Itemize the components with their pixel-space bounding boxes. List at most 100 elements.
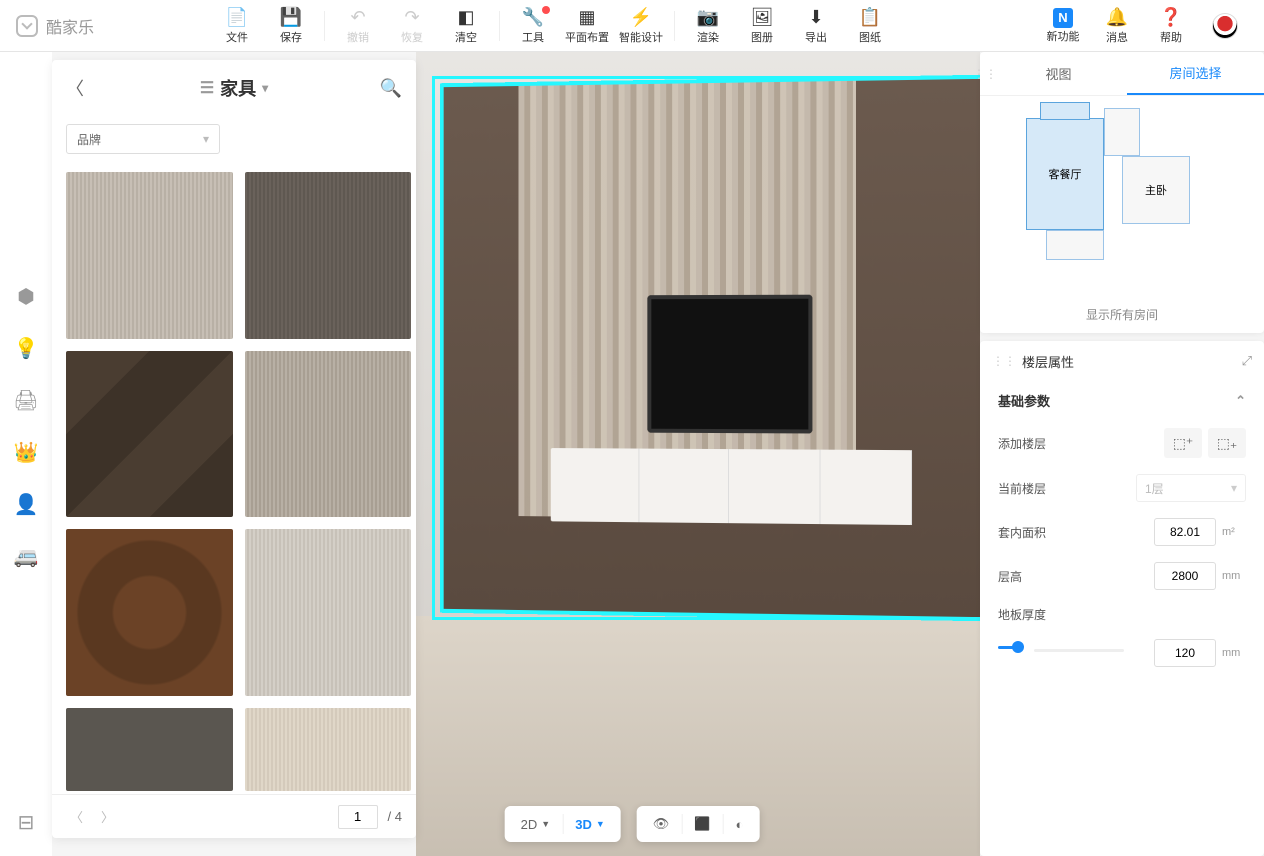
material-swatch[interactable] xyxy=(245,351,412,518)
expand-icon[interactable]: ⤢ xyxy=(1242,353,1252,369)
logo-icon xyxy=(16,15,38,37)
rail-idea-button[interactable]: 💡 xyxy=(12,334,40,362)
app-logo[interactable]: 酷家乐 xyxy=(0,14,110,38)
file-icon: 📄 xyxy=(226,7,248,29)
thickness-slider[interactable] xyxy=(998,646,1016,649)
avatar-icon xyxy=(1212,13,1238,39)
viewport-3d[interactable] xyxy=(416,52,980,856)
area-input[interactable] xyxy=(1154,518,1216,546)
row-thickness: mm xyxy=(980,631,1264,675)
drag-handle[interactable]: ⋮⋮ xyxy=(992,354,1016,368)
layout-icon: ▦ xyxy=(579,7,596,29)
tools-button[interactable]: 🔧工具 xyxy=(506,0,560,52)
minimap-room-b[interactable] xyxy=(1046,230,1104,260)
help-button[interactable]: ❓帮助 xyxy=(1144,0,1198,52)
tab-room-select[interactable]: 房间选择 xyxy=(1127,52,1264,95)
rail-print-button[interactable]: 🖨 xyxy=(12,386,40,414)
image-icon: 🖼 xyxy=(751,7,774,29)
rail-collapse-button[interactable]: ⊟ xyxy=(12,808,40,836)
separator xyxy=(324,11,325,41)
rail-user-button[interactable]: 👤 xyxy=(12,490,40,518)
material-swatch[interactable] xyxy=(66,351,233,518)
material-swatch[interactable] xyxy=(66,529,233,696)
wrench-icon: 🔧 xyxy=(522,7,544,29)
left-rail: ⬢ 💡 🖨 👑 👤 🚐 ⊟ xyxy=(0,52,52,856)
right-panels: ⋮⋮ 视图 房间选择 客餐厅 主卧 显示所有房间 ⋮⋮ 楼层属性 ⤢ 基础参数 … xyxy=(980,52,1264,856)
file-button[interactable]: 📄文件 xyxy=(210,0,264,52)
mode-2d-button[interactable]: 2D▼ xyxy=(509,806,563,842)
list-icon: ☰ xyxy=(200,78,214,98)
export-button[interactable]: ⬇导出 xyxy=(789,0,843,52)
row-add-floor: 添加楼层 ⬚⁺ ⬚₊ xyxy=(980,420,1264,466)
props-title: 楼层属性 xyxy=(1022,352,1074,371)
chevron-down-icon: ▾ xyxy=(203,132,209,146)
separator xyxy=(499,11,500,41)
download-icon: ⬇ xyxy=(808,7,823,29)
add-floor-up-button[interactable]: ⬚⁺ xyxy=(1164,428,1202,458)
rail-car-button[interactable]: 🚐 xyxy=(12,542,40,570)
layout-button[interactable]: ▦平面布置 xyxy=(560,0,614,52)
viewport-controls: 2D▼ 3D▼ 👁 ⬛ ◐ xyxy=(505,806,760,842)
pager-prev[interactable]: 〈 xyxy=(66,803,87,830)
minimap-room-living[interactable]: 客餐厅 xyxy=(1026,118,1104,230)
row-area: 套内面积 m² xyxy=(980,510,1264,554)
save-button[interactable]: 💾保存 xyxy=(264,0,318,52)
show-all-rooms[interactable]: 显示所有房间 xyxy=(980,296,1264,333)
minimap-room-bedroom[interactable]: 主卧 xyxy=(1122,156,1190,224)
material-swatch[interactable] xyxy=(66,172,233,339)
height-input[interactable] xyxy=(1154,562,1216,590)
catalog-pager: 〈 〉 / 4 xyxy=(52,794,416,838)
view-mode-group: 2D▼ 3D▼ xyxy=(505,806,621,842)
page-input[interactable] xyxy=(338,805,378,829)
catalog-header: 〈 ☰ 家具 ▾ 🔍 xyxy=(52,60,416,116)
catalog-filter: 品牌 ▾ xyxy=(52,116,416,162)
tab-view[interactable]: 视图 xyxy=(990,52,1127,95)
rail-home-button[interactable]: ⬢ xyxy=(12,282,40,310)
material-swatch[interactable] xyxy=(245,529,412,696)
material-swatch[interactable] xyxy=(245,708,412,791)
album-button[interactable]: 🖼图册 xyxy=(735,0,789,52)
section-basic[interactable]: 基础参数 ⌃ xyxy=(980,381,1264,420)
message-button[interactable]: 🔔消息 xyxy=(1090,0,1144,52)
smart-design-button[interactable]: ⚡智能设计 xyxy=(614,0,668,52)
cube-icon: ⬛ xyxy=(694,816,710,832)
undo-icon: ↶ xyxy=(350,7,365,29)
back-button[interactable]: 〈 xyxy=(66,75,90,101)
material-swatch[interactable] xyxy=(66,708,233,791)
catalog-panel: 〈 ☰ 家具 ▾ 🔍 品牌 ▾ 〈 〉 / 4 xyxy=(52,60,416,838)
new-feature-button[interactable]: N新功能 xyxy=(1036,0,1090,52)
pager-next[interactable]: 〉 xyxy=(97,803,118,830)
gauge-icon: ◐ xyxy=(735,817,743,832)
user-avatar[interactable] xyxy=(1198,0,1252,52)
floor-props-panel: ⋮⋮ 楼层属性 ⤢ 基础参数 ⌃ 添加楼层 ⬚⁺ ⬚₊ 当前楼层 1层 ▾ 套内… xyxy=(980,341,1264,856)
visibility-button[interactable]: 👁 xyxy=(641,806,682,842)
search-button[interactable]: 🔍 xyxy=(378,78,402,99)
cube-button[interactable]: ⬛ xyxy=(682,806,722,842)
redo-button[interactable]: ↷恢复 xyxy=(385,0,439,52)
material-swatch[interactable] xyxy=(245,172,412,339)
add-floor-down-button[interactable]: ⬚₊ xyxy=(1208,428,1246,458)
mode-3d-button[interactable]: 3D▼ xyxy=(563,806,617,842)
minimap-room-a[interactable] xyxy=(1104,108,1140,156)
drawing-button[interactable]: 📋图纸 xyxy=(843,0,897,52)
brand-select[interactable]: 品牌 ▾ xyxy=(66,124,220,154)
gauge-button[interactable]: ◐ xyxy=(723,806,755,842)
minimap-room-living-ext[interactable] xyxy=(1040,102,1090,120)
render-button[interactable]: 📷渲染 xyxy=(681,0,735,52)
document-icon: 📋 xyxy=(859,7,881,29)
app-name: 酷家乐 xyxy=(46,14,94,38)
bolt-icon: ⚡ xyxy=(630,7,652,29)
minimap[interactable]: 客餐厅 主卧 xyxy=(980,96,1264,296)
swatch-grid xyxy=(52,162,416,794)
current-floor-select[interactable]: 1层 ▾ xyxy=(1136,474,1246,502)
thickness-input[interactable] xyxy=(1154,639,1216,667)
drag-handle[interactable]: ⋮⋮ xyxy=(980,52,990,95)
undo-button[interactable]: ↶撤销 xyxy=(331,0,385,52)
page-total: / 4 xyxy=(388,809,402,824)
chevron-down-icon: ▾ xyxy=(262,81,268,95)
catalog-title[interactable]: ☰ 家具 ▾ xyxy=(90,75,378,101)
rail-crown-button[interactable]: 👑 xyxy=(12,438,40,466)
scene xyxy=(416,52,980,856)
clear-button[interactable]: ◧清空 xyxy=(439,0,493,52)
toolbar-items: 📄文件 💾保存 ↶撤销 ↷恢复 ◧清空 🔧工具 ▦平面布置 ⚡智能设计 📷渲染 … xyxy=(210,0,897,52)
